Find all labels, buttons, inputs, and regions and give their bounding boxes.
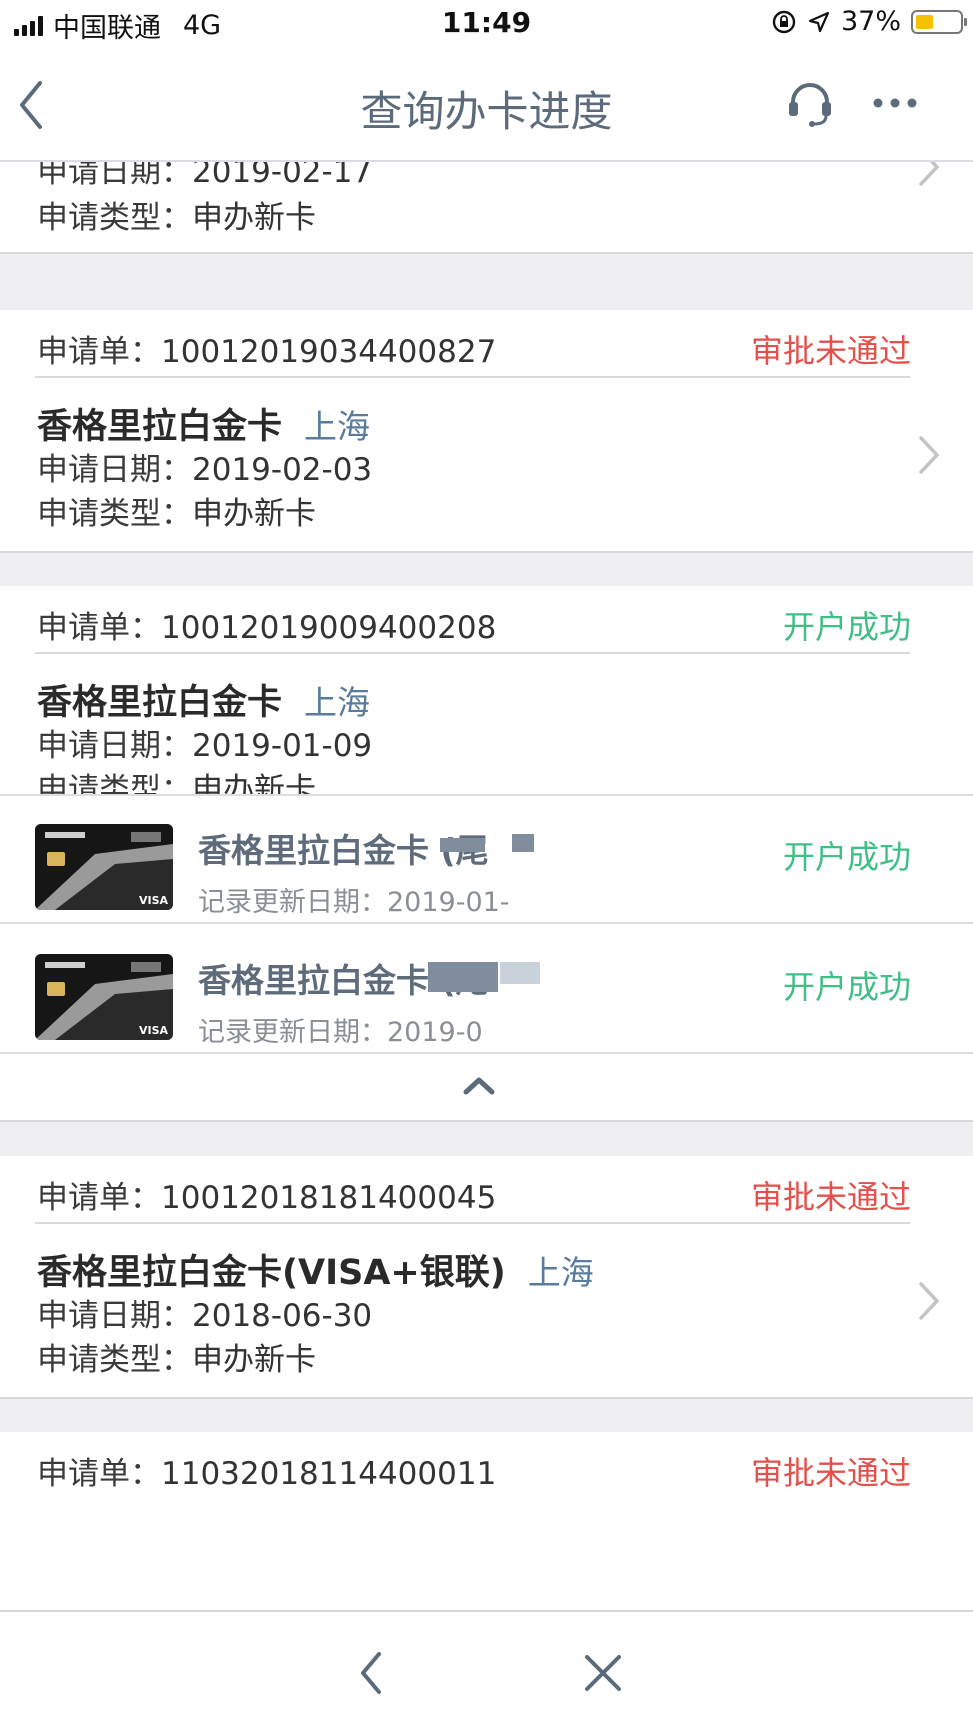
masked-digits [512,834,534,852]
type-row: 申请类型：申办新卡 [37,200,316,236]
headset-icon[interactable] [785,78,835,128]
card-name: 香格里拉白金卡(VISA+银联) 上海 [37,1253,594,1293]
divider [35,652,910,654]
application-id-row: 申请单：11032018114400011 [37,1456,497,1492]
application-card[interactable]: 申请单：11032018114400011 审批未通过 [0,1432,973,1610]
nav-bar: 查询办卡进度 [0,50,973,162]
city-label: 上海 [304,683,371,722]
date-row: 申请日期：2019-02-17 [37,162,373,190]
record-date: 记录更新日期：2019-0 [198,1017,483,1048]
chevron-right-icon [919,436,939,474]
application-card-partial[interactable]: 申请日期：2019-02-17 申请类型：申办新卡 [0,162,973,254]
battery-percent: 37% [840,6,901,37]
application-id-row: 申请单：10012019009400208 [37,610,497,646]
record-date: 记录更新日期：2019-01- [198,887,510,918]
city-label: 上海 [304,407,371,446]
city-label: 上海 [527,1253,594,1292]
masked-digits [500,962,540,984]
rotation-lock-icon [772,10,796,33]
date-row: 申请日期：2019-02-03 [37,452,373,488]
issued-card-row[interactable]: VISA 香格里拉白金卡 (尾 记录更新日期：2019-0 开户成功 [0,926,973,1054]
battery-icon [911,9,967,34]
divider [35,1222,910,1224]
status-badge: 开户成功 [782,838,911,876]
close-icon[interactable] [582,1652,624,1694]
type-row: 申请类型：申办新卡 [37,496,316,532]
status-right: 37% [771,6,967,37]
application-list: 申请日期：2019-02-17 申请类型：申办新卡 申请单：1001201903… [0,162,973,1610]
collapse-toggle[interactable] [0,1054,973,1122]
svg-text:VISA: VISA [139,1024,169,1037]
application-id-row: 申请单：10012018181400045 [37,1180,497,1216]
status-bar: 中国联通 4G 11:49 37% [0,0,973,50]
chevron-up-icon [463,1077,495,1095]
more-icon[interactable] [870,88,920,118]
status-badge: 开户成功 [782,608,911,646]
date-row: 申请日期：2018-06-30 [37,1298,373,1334]
location-icon [808,11,830,32]
card-name: 香格里拉白金卡 上海 [37,407,371,447]
masked-digits [428,962,498,992]
application-id-row: 申请单：10012019034400827 [37,334,497,370]
bottom-toolbar [0,1610,973,1729]
issued-card-row[interactable]: VISA 香格里拉白金卡 (尾 记录更新日期：2019-01- 开户成功 [0,794,973,924]
status-badge: 审批未通过 [750,332,911,370]
divider [35,376,910,378]
type-row: 申请类型：申办新卡 [37,1342,316,1378]
credit-card-image: VISA [35,824,173,910]
chevron-right-icon [919,1282,939,1320]
card-name: 香格里拉白金卡 上海 [37,683,371,723]
back-icon[interactable] [355,1648,385,1698]
chevron-right-icon [919,162,939,186]
svg-text:VISA: VISA [139,894,169,907]
credit-card-image: VISA [35,954,173,1040]
date-row: 申请日期：2019-01-09 [37,728,373,764]
status-badge: 开户成功 [782,968,911,1006]
application-card[interactable]: 申请单：10012019034400827 审批未通过 香格里拉白金卡 上海 申请… [0,310,973,553]
application-card[interactable]: 申请单：10012018181400045 审批未通过 香格里拉白金卡(VISA… [0,1156,973,1399]
masked-digits [440,838,485,852]
status-badge: 审批未通过 [750,1454,911,1492]
status-badge: 审批未通过 [750,1178,911,1216]
